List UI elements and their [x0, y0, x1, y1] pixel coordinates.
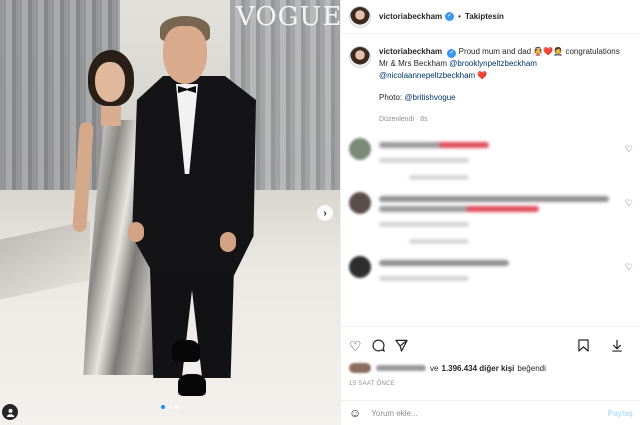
heart-emoji: ❤️: [477, 71, 488, 80]
vogue-logo: VOGUE: [236, 2, 340, 32]
blurred-comment-text: [379, 206, 539, 212]
save-icon: [578, 338, 589, 352]
comment-body: [379, 138, 619, 180]
share-icon: [394, 339, 408, 352]
heart-icon[interactable]: ♡: [349, 339, 362, 353]
chevron-right-icon[interactable]: ›: [317, 205, 333, 221]
mention-link[interactable]: @nicolaannepeltzbeckham: [379, 71, 475, 80]
man-hand: [220, 232, 236, 252]
blurred-comment-meta: [379, 158, 469, 163]
blurred-comment-text: [379, 196, 609, 202]
mention-link[interactable]: @britishvogue: [404, 93, 455, 102]
comment-icon[interactable]: [372, 339, 385, 354]
man-hand: [128, 222, 144, 242]
paper-plane-icon[interactable]: [394, 339, 408, 354]
blurred-comment-meta: [379, 276, 469, 281]
comment-heart-icon[interactable]: ♡: [625, 262, 633, 273]
comment-item: ♡: [341, 138, 640, 180]
photo-credit: Photo: @britishvogue: [379, 92, 629, 104]
verified-badge-icon: ✓: [447, 49, 457, 58]
action-right-group: [578, 338, 633, 354]
likes-suffix: beğendi: [517, 363, 546, 373]
carousel-indicator: [0, 405, 340, 409]
liker-avatars: [349, 363, 371, 373]
avatar[interactable]: [349, 138, 371, 160]
comments-list[interactable]: victoriabeckham ✓ Proud mum and dad 👰❤️🤵…: [341, 34, 640, 326]
carousel-dot: [161, 405, 165, 409]
comment-body: [379, 192, 619, 244]
instagram-post: VOGUE › victoriabeckham ✓ • Takiptesin v…: [0, 0, 640, 425]
comment-body: [379, 256, 619, 281]
likes-count[interactable]: 1.396.434 diğer kişi: [441, 364, 514, 373]
caption-line: Proud mum and dad: [458, 47, 532, 56]
blurred-comment-text: [379, 260, 509, 266]
shoe: [172, 340, 200, 362]
edited-timestamp: Düzenlendi · 8s: [379, 116, 428, 123]
caption-username[interactable]: victoriabeckham: [379, 47, 442, 56]
man-face: [163, 26, 207, 84]
comment-heart-icon[interactable]: ♡: [625, 198, 633, 209]
download-icon[interactable]: [611, 339, 623, 354]
blurred-comment-meta: [379, 222, 469, 227]
smiley-icon[interactable]: ☺: [349, 406, 361, 420]
avatar[interactable]: [349, 192, 371, 214]
avatar[interactable]: [349, 5, 371, 28]
caption-text: victoriabeckham ✓ Proud mum and dad 👰❤️🤵…: [379, 46, 629, 126]
avatar[interactable]: [349, 46, 371, 68]
likes-summary: ve 1.396.434 diğer kişi beğendi: [349, 363, 633, 373]
add-comment-bar: ☺ Paylaş: [341, 400, 640, 425]
separator-dot: •: [458, 12, 461, 21]
post-comment-button[interactable]: Paylaş: [608, 409, 633, 418]
blurred-view-replies[interactable]: [409, 175, 469, 180]
person-icon: [6, 408, 14, 417]
verified-badge-icon: ✓: [445, 12, 455, 21]
caption-emojis: 👰❤️🤵: [533, 47, 564, 56]
post-caption: victoriabeckham ✓ Proud mum and dad 👰❤️🤵…: [341, 34, 640, 126]
bookmark-icon[interactable]: [578, 338, 589, 354]
shoe: [178, 374, 206, 396]
speech-bubble-icon: [372, 339, 385, 352]
comment-item: ♡: [341, 256, 640, 281]
carousel-dot: [175, 405, 179, 409]
woman-face: [95, 62, 125, 102]
blurred-view-replies[interactable]: [409, 239, 469, 244]
user-tag-icon[interactable]: [2, 404, 18, 420]
mention-link[interactable]: @brooklynpeltzbeckham: [449, 59, 537, 68]
post-timestamp[interactable]: 15 SAAT ÖNCE: [349, 381, 633, 387]
action-bar: ♡: [349, 335, 633, 357]
download-arrow-icon: [612, 339, 622, 352]
blurred-comment-text: [379, 142, 489, 148]
carousel-dot: [168, 405, 172, 409]
comment-heart-icon[interactable]: ♡: [625, 144, 633, 155]
comment-item: ♡: [341, 192, 640, 244]
following-button[interactable]: Takiptesin: [465, 12, 504, 21]
post-photo[interactable]: VOGUE ›: [0, 0, 340, 425]
post-actions: ♡ ve 1.396.434 diğer kişi beğendi 15 SAA…: [341, 326, 640, 387]
username-link[interactable]: victoriabeckham: [379, 12, 442, 21]
blurred-liker-name[interactable]: [376, 365, 426, 371]
avatar[interactable]: [349, 256, 371, 278]
post-header: victoriabeckham ✓ • Takiptesin: [341, 0, 640, 34]
comment-input[interactable]: [371, 408, 592, 418]
likes-connector: ve: [430, 363, 439, 373]
post-sidebar: victoriabeckham ✓ • Takiptesin victoriab…: [340, 0, 640, 425]
photo-credit-label: Photo:: [379, 93, 403, 102]
